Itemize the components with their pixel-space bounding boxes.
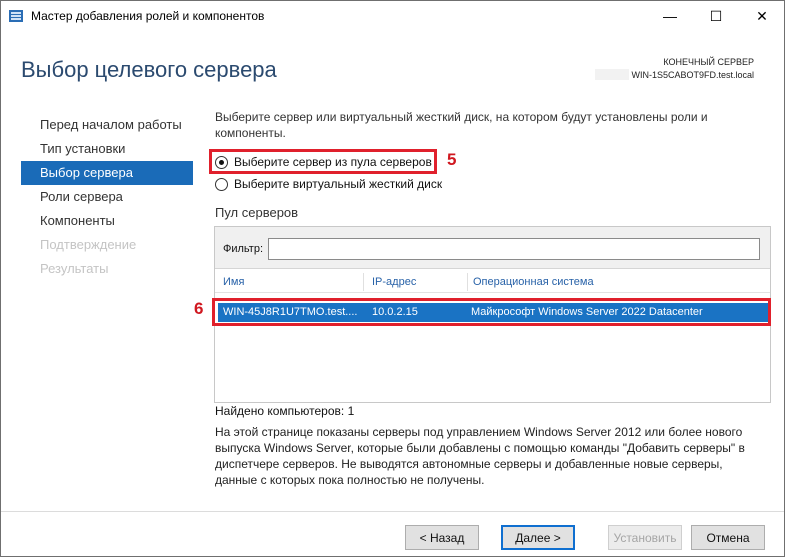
destination-server-name: WIN-1S5CABOT9FD.test.local — [631, 70, 754, 80]
content-area: Выберите сервер или виртуальный жесткий … — [215, 109, 770, 141]
highlight-box-6 — [212, 298, 771, 326]
filter-input[interactable] — [268, 238, 760, 260]
redaction-mask — [595, 69, 629, 80]
radio-virtual-disk[interactable]: Выберите виртуальный жесткий диск — [215, 175, 442, 193]
column-name[interactable]: Имя — [223, 276, 244, 288]
nav-item-server-roles[interactable]: Роли сервера — [21, 185, 193, 209]
page-description: Выберите сервер или виртуальный жесткий … — [215, 110, 708, 140]
filter-bar: Фильтр: — [215, 227, 770, 269]
column-os[interactable]: Операционная система — [473, 276, 594, 288]
next-button[interactable]: Далее > — [501, 525, 575, 550]
back-button[interactable]: < Назад — [405, 525, 479, 550]
page-title: Выбор целевого сервера — [21, 57, 277, 82]
column-ip[interactable]: IP-адрес — [372, 276, 416, 288]
radio-server-pool[interactable]: Выберите сервер из пула серверов — [215, 153, 432, 171]
server-manager-icon — [8, 8, 24, 24]
filter-label: Фильтр: — [223, 243, 264, 255]
column-separator — [467, 273, 468, 291]
wizard-window: Мастер добавления ролей и компонентов — … — [0, 0, 785, 557]
nav-item-confirmation: Подтверждение — [40, 237, 137, 252]
destination-server: КОНЕЧНЫЙ СЕРВЕР WIN-1S5CABOT9FD.test.loc… — [631, 56, 754, 82]
minimize-button[interactable]: — — [647, 1, 693, 31]
wizard-nav: Перед началом работы Тип установки Выбор… — [21, 113, 193, 281]
step-marker-5: 5 — [447, 150, 457, 169]
column-header: Имя IP-адрес Операционная система — [215, 271, 770, 293]
footer-divider — [1, 511, 784, 512]
title-bar: Мастер добавления ролей и компонентов — … — [1, 1, 784, 31]
nav-item-before-you-begin[interactable]: Перед началом работы — [21, 113, 193, 137]
cancel-button[interactable]: Отмена — [691, 525, 765, 550]
radio-checked-icon[interactable] — [215, 155, 228, 169]
nav-item-server-selection[interactable]: Выбор сервера — [21, 161, 193, 185]
nav-item-results: Результаты — [40, 261, 109, 276]
column-separator — [363, 273, 364, 291]
server-pool-title: Пул серверов — [215, 205, 299, 220]
nav-item-features[interactable]: Компоненты — [21, 209, 193, 233]
maximize-button[interactable]: ☐ — [693, 1, 739, 31]
close-button[interactable]: ✕ — [739, 1, 785, 31]
page-note: На этой странице показаны серверы под уп… — [215, 425, 745, 487]
destination-server-label: КОНЕЧНЫЙ СЕРВЕР — [663, 57, 754, 67]
install-button: Установить — [608, 525, 682, 550]
window-title: Мастер добавления ролей и компонентов — [31, 9, 265, 23]
found-count: Найдено компьютеров: 1 — [215, 404, 355, 418]
radio-server-pool-label: Выберите сервер из пула серверов — [234, 155, 432, 169]
radio-virtual-disk-label: Выберите виртуальный жесткий диск — [234, 177, 443, 191]
radio-unchecked-icon[interactable] — [215, 177, 228, 191]
nav-item-installation-type[interactable]: Тип установки — [21, 137, 193, 161]
step-marker-6: 6 — [194, 299, 204, 318]
